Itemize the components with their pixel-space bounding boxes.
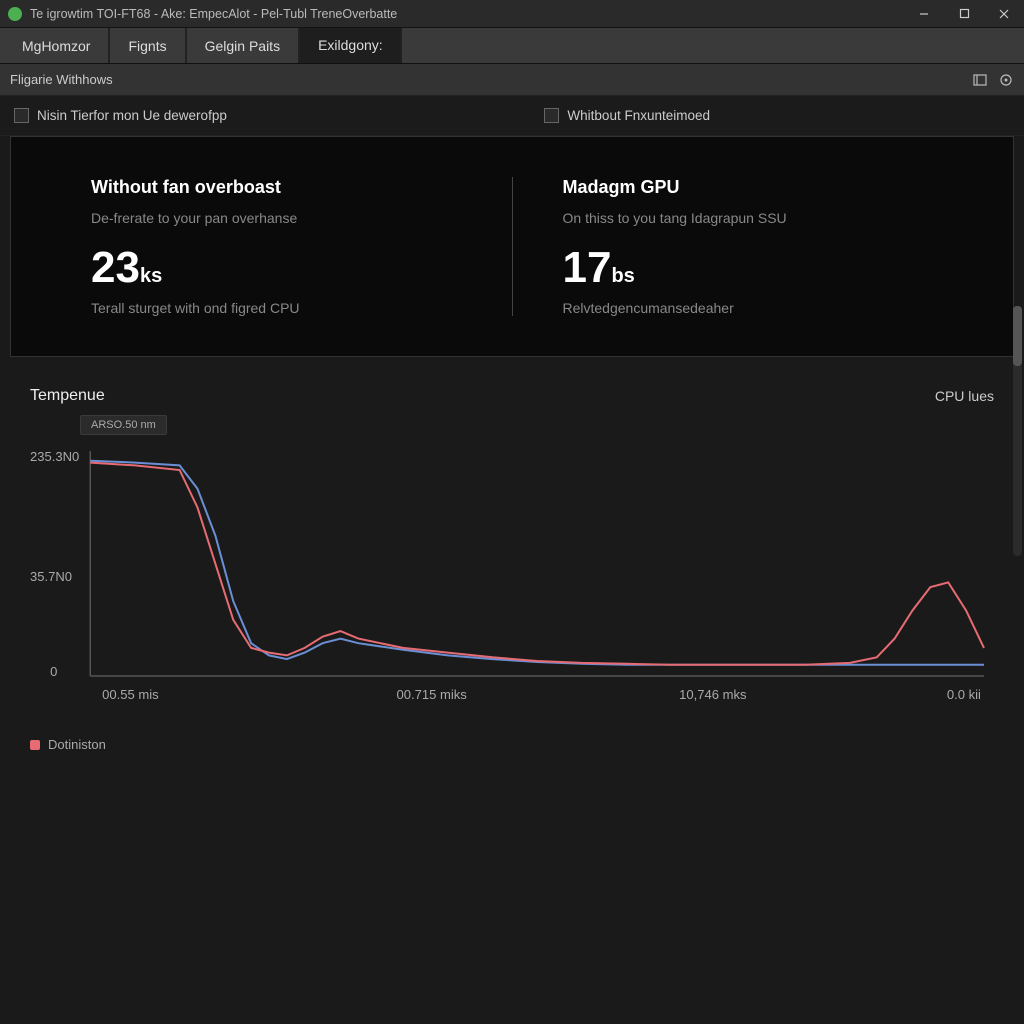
tab-gelgin-paits[interactable]: Gelgin Paits bbox=[186, 28, 299, 63]
stat-number: 23 bbox=[91, 243, 140, 292]
checkbox-icon bbox=[14, 108, 29, 123]
stat-gpu: Madagm GPU On thiss to you tang Idagrapu… bbox=[533, 167, 964, 326]
x-tick: 10,746 mks bbox=[679, 687, 747, 702]
chart-badge[interactable]: ARSO.50 nm bbox=[80, 415, 167, 435]
sub-header: Fligarie Withhows bbox=[0, 64, 1024, 96]
tab-bar: MgHomzor Fignts Gelgin Paits Exildgony: bbox=[0, 28, 1024, 64]
chart-series-b bbox=[90, 461, 984, 665]
stat-unit: bs bbox=[611, 265, 634, 287]
option-whitbout[interactable]: Whitbout Fnxunteimoed bbox=[544, 108, 710, 123]
settings-icon[interactable] bbox=[998, 72, 1014, 88]
checkbox-icon bbox=[544, 108, 559, 123]
tab-mghomzor[interactable]: MgHomzor bbox=[4, 28, 109, 63]
window-title: Te igrowtim TOI-FT68 - Ake: EmpecAlot - … bbox=[30, 7, 904, 21]
divider bbox=[512, 177, 513, 316]
stat-fan-overboast: Without fan overboast De-frerate to your… bbox=[61, 167, 492, 326]
stats-panel: Without fan overboast De-frerate to your… bbox=[10, 136, 1014, 357]
x-tick: 0.0 kii bbox=[947, 687, 981, 702]
legend-label: Dotiniston bbox=[48, 737, 106, 752]
y-tick: 0 bbox=[50, 664, 57, 679]
x-tick: 00.715 miks bbox=[397, 687, 468, 702]
legend-swatch-icon bbox=[30, 740, 40, 750]
window-controls bbox=[904, 0, 1024, 28]
stat-caption: Relvtedgencumansedeaher bbox=[563, 300, 934, 316]
close-button[interactable] bbox=[984, 0, 1024, 28]
tab-fignts[interactable]: Fignts bbox=[109, 28, 185, 63]
chart-legend: Dotiniston bbox=[10, 731, 1014, 772]
chart-svg: 235.3N0 35.7N0 0 00.55 mis 00.715 miks 1… bbox=[30, 441, 994, 721]
stat-caption: Terall sturget with ond figred CPU bbox=[91, 300, 462, 316]
stat-value: 17bs bbox=[563, 246, 934, 290]
minimize-icon bbox=[918, 8, 930, 20]
chart-title: Tempenue bbox=[30, 387, 935, 405]
expand-icon[interactable] bbox=[972, 72, 988, 88]
stat-heading: Without fan overboast bbox=[91, 177, 462, 198]
y-tick: 35.7N0 bbox=[30, 569, 72, 584]
chart-header: Tempenue CPU lues bbox=[10, 357, 1014, 415]
app-icon bbox=[8, 7, 22, 21]
stat-subtext: On thiss to you tang Idagrapun SSU bbox=[563, 210, 934, 226]
tab-exildgony[interactable]: Exildgony: bbox=[299, 28, 402, 63]
option-nisin-tierfor[interactable]: Nisin Tierfor mon Ue dewerofpp bbox=[14, 108, 227, 123]
maximize-icon bbox=[959, 8, 970, 19]
option-label: Whitbout Fnxunteimoed bbox=[567, 108, 710, 123]
x-tick: 00.55 mis bbox=[102, 687, 159, 702]
maximize-button[interactable] bbox=[944, 0, 984, 28]
y-tick: 235.3N0 bbox=[30, 449, 79, 464]
titlebar: Te igrowtim TOI-FT68 - Ake: EmpecAlot - … bbox=[0, 0, 1024, 28]
minimize-button[interactable] bbox=[904, 0, 944, 28]
chart-series-dotiniston bbox=[90, 463, 984, 665]
stat-number: 17 bbox=[563, 243, 612, 292]
stat-heading: Madagm GPU bbox=[563, 177, 934, 198]
close-icon bbox=[998, 8, 1010, 20]
chart-area: 235.3N0 35.7N0 0 00.55 mis 00.715 miks 1… bbox=[10, 441, 1014, 731]
scrollbar[interactable] bbox=[1013, 306, 1022, 556]
option-label: Nisin Tierfor mon Ue dewerofpp bbox=[37, 108, 227, 123]
scrollbar-thumb[interactable] bbox=[1013, 306, 1022, 366]
subheader-title: Fligarie Withhows bbox=[10, 72, 972, 87]
app-window: Te igrowtim TOI-FT68 - Ake: EmpecAlot - … bbox=[0, 0, 1024, 1024]
chart-right-label: CPU lues bbox=[935, 388, 994, 404]
stat-value: 23ks bbox=[91, 246, 462, 290]
stat-subtext: De-frerate to your pan overhanse bbox=[91, 210, 462, 226]
options-row: Nisin Tierfor mon Ue dewerofpp Whitbout … bbox=[0, 96, 1024, 136]
stat-unit: ks bbox=[140, 265, 162, 287]
